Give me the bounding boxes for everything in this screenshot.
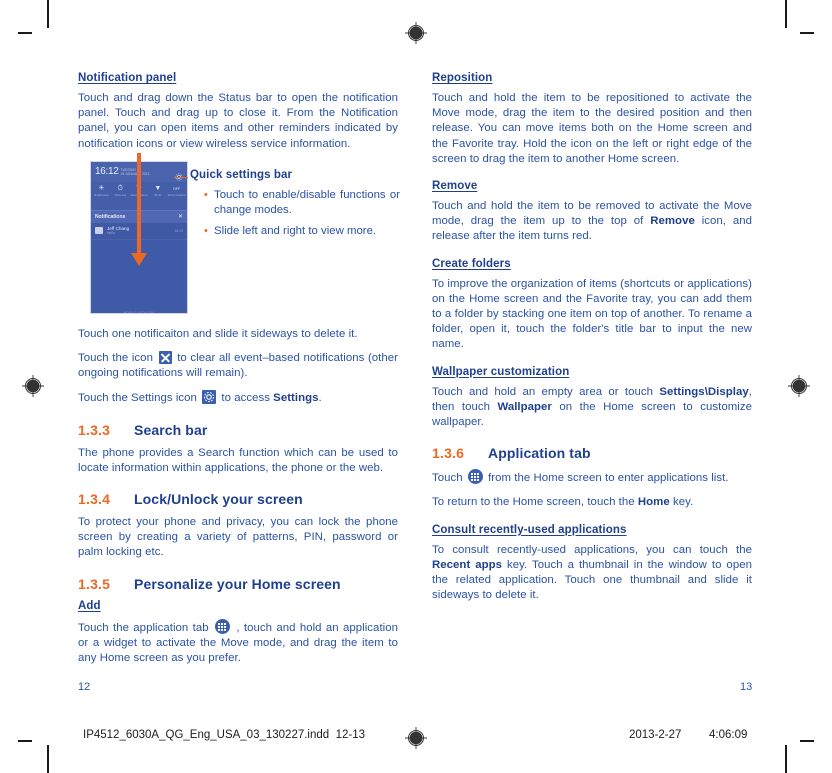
print-footer-time: 4:06:09 (709, 729, 748, 741)
page-number-left: 12 (78, 681, 91, 693)
section-number: 1.3.3 (78, 421, 111, 438)
settings-bold-label: Settings (273, 392, 319, 405)
settings-gear-icon (202, 390, 217, 405)
quick-setting-brightness-label: Brightness (94, 192, 109, 197)
quick-setting-wifi-hotspot-label: Wi-Fi hotspot (167, 192, 186, 197)
left-page-column: Notification panel Touch and drag down t… (78, 72, 400, 675)
wallpaper-bold-settings: Settings\Display (659, 385, 749, 398)
settings-text-before: Touch the Settings icon (78, 392, 197, 405)
section-heading-1-3-4: 1.3.4 Lock/Unlock your screen (78, 491, 398, 507)
wallpaper-text-before: Touch and hold an empty area or touch (432, 385, 654, 398)
add-paragraph: Touch the application tab , touch and ho… (78, 618, 398, 667)
notifications-label: Notifications (95, 213, 126, 220)
wallpaper-heading: Wallpaper customization (432, 365, 570, 378)
search-bar-paragraph: The phone provides a Search function whi… (78, 446, 398, 474)
page-number-right: 13 (740, 681, 753, 693)
home-bold-label: Home (637, 496, 670, 509)
gear-icon[interactable] (175, 168, 183, 181)
quick-setting-timeout[interactable]: ⏱ Time out (111, 184, 130, 210)
settings-text-middle: to access (221, 392, 270, 405)
quick-setting-wifi[interactable]: ▼ Wi-Fi (148, 184, 167, 210)
home-text-before: To return to the Home screen, touch the (432, 496, 635, 509)
reposition-paragraph: Touch and hold the item to be reposition… (432, 92, 752, 165)
section-number: 1.3.6 (432, 445, 465, 462)
message-icon (95, 227, 103, 235)
section-heading-1-3-6: 1.3.6 Application tab (432, 445, 752, 461)
create-folders-paragraph: To improve the organization of items (sh… (432, 277, 752, 351)
callout-title: Quick settings bar (190, 168, 293, 181)
quick-setting-timeout-label: Time out (114, 192, 126, 197)
right-page-column: Reposition Touch and hold the item to be… (432, 72, 752, 616)
notification-time: 16:12 (174, 228, 184, 233)
remove-heading: Remove (432, 180, 478, 193)
drag-down-arrow-shaft (137, 152, 141, 253)
screenshot-date: TUESDAY 15 JANUARY 2013 (121, 168, 150, 176)
application-tab-icon (214, 618, 230, 634)
callout-bullet: • Touch to enable/disable functions or c… (204, 188, 400, 218)
section-title: Lock/Unlock your screen (134, 491, 303, 508)
clear-text-before: Touch the icon (78, 352, 153, 365)
bullet-dot-icon: • (204, 224, 208, 237)
remove-paragraph: Touch and hold the item to be removed to… (432, 199, 752, 245)
recent-apps-text-before: To consult recently-used applications, y… (432, 543, 752, 556)
app-tab-text-after: from the Home screen to enter applicatio… (488, 472, 729, 485)
print-footer-date: 2013-2-27 (629, 729, 682, 741)
drag-down-arrow-head (131, 252, 147, 266)
page-spread: Notification panel Touch and drag down t… (0, 0, 832, 773)
home-key-paragraph: To return to the Home screen, touch the … (432, 495, 752, 510)
clear-all-notifications-icon (158, 351, 172, 365)
settings-access-paragraph: Touch the Settings icon to access Settin… (78, 390, 398, 406)
add-heading: Add (78, 599, 101, 612)
screenshot-network-label: MOBILE NETWORK (123, 310, 155, 314)
quick-setting-wifi-label: Wi-Fi (154, 192, 162, 197)
notification-panel-paragraph: Touch and drag down the Status bar to op… (78, 92, 398, 150)
quick-settings-callout: Quick settings bar • Touch to enable/dis… (174, 168, 400, 245)
callout-bullet-text: Touch to enable/disable functions or cha… (214, 188, 400, 216)
wallpaper-paragraph: Touch and hold an empty area or touch Se… (432, 385, 752, 431)
home-text-after: key. (672, 496, 694, 509)
quick-setting-wifi-hotspot[interactable]: OFF Wi-Fi hotspot (167, 184, 186, 210)
section-number: 1.3.4 (78, 491, 111, 508)
settings-text-end: . (318, 392, 322, 405)
section-title: Application tab (488, 445, 591, 462)
app-tab-text-before: Touch (432, 472, 463, 485)
recent-apps-bold-label: Recent apps (432, 558, 503, 571)
print-footer-filename-text: IP4512_6030A_QG_Eng_USA_03_130227.indd (83, 729, 330, 741)
notification-panel-heading: Notification panel (78, 72, 177, 84)
quick-setting-brightness[interactable]: ☀ Brightness (92, 184, 111, 210)
clear-all-icon[interactable]: ✕ (178, 214, 183, 220)
application-tab-paragraph: Touch from the Home screen to enter appl… (432, 469, 752, 486)
recent-apps-paragraph: To consult recently-used applications, y… (432, 543, 752, 604)
add-text-before: Touch the application tab (78, 621, 209, 634)
callout-bullet: • Slide left and right to view more. (204, 224, 400, 239)
section-title: Personalize your Home screen (134, 575, 341, 592)
clear-notifications-paragraph: Touch the icon to clear all event–based … (78, 351, 398, 381)
callout-leader-line (174, 176, 188, 179)
screenshot-date-full: 15 JANUARY 2013 (120, 171, 150, 176)
application-tab-icon (467, 469, 483, 485)
recent-apps-heading: Consult recently-used applications (432, 523, 627, 536)
lock-unlock-paragraph: To protect your phone and privacy, you c… (78, 516, 398, 559)
bullet-dot-icon: • (204, 188, 208, 201)
print-footer-spread: 12-13 (335, 729, 365, 741)
section-heading-1-3-5: 1.3.5 Personalize your Home screen (78, 576, 398, 592)
wallpaper-bold-wallpaper: Wallpaper (497, 400, 552, 413)
callout-bullet-text: Slide left and right to view more. (214, 224, 377, 237)
section-title: Search bar (134, 421, 208, 438)
remove-bold-label: Remove (650, 215, 695, 228)
notification-panel-figure: 16:12 TUESDAY 15 JANUARY 2013 ☀ Brightne… (78, 152, 400, 317)
delete-notification-paragraph: Touch one notificaiton and slide it side… (78, 327, 358, 340)
section-heading-1-3-3: 1.3.3 Search bar (78, 422, 398, 438)
print-footer-filename: IP4512_6030A_QG_Eng_USA_03_130227.indd 1… (83, 729, 365, 741)
create-folders-heading: Create folders (432, 257, 511, 270)
screenshot-clock: 16:12 (95, 166, 119, 178)
section-number: 1.3.5 (78, 575, 111, 592)
reposition-heading: Reposition (432, 72, 493, 84)
